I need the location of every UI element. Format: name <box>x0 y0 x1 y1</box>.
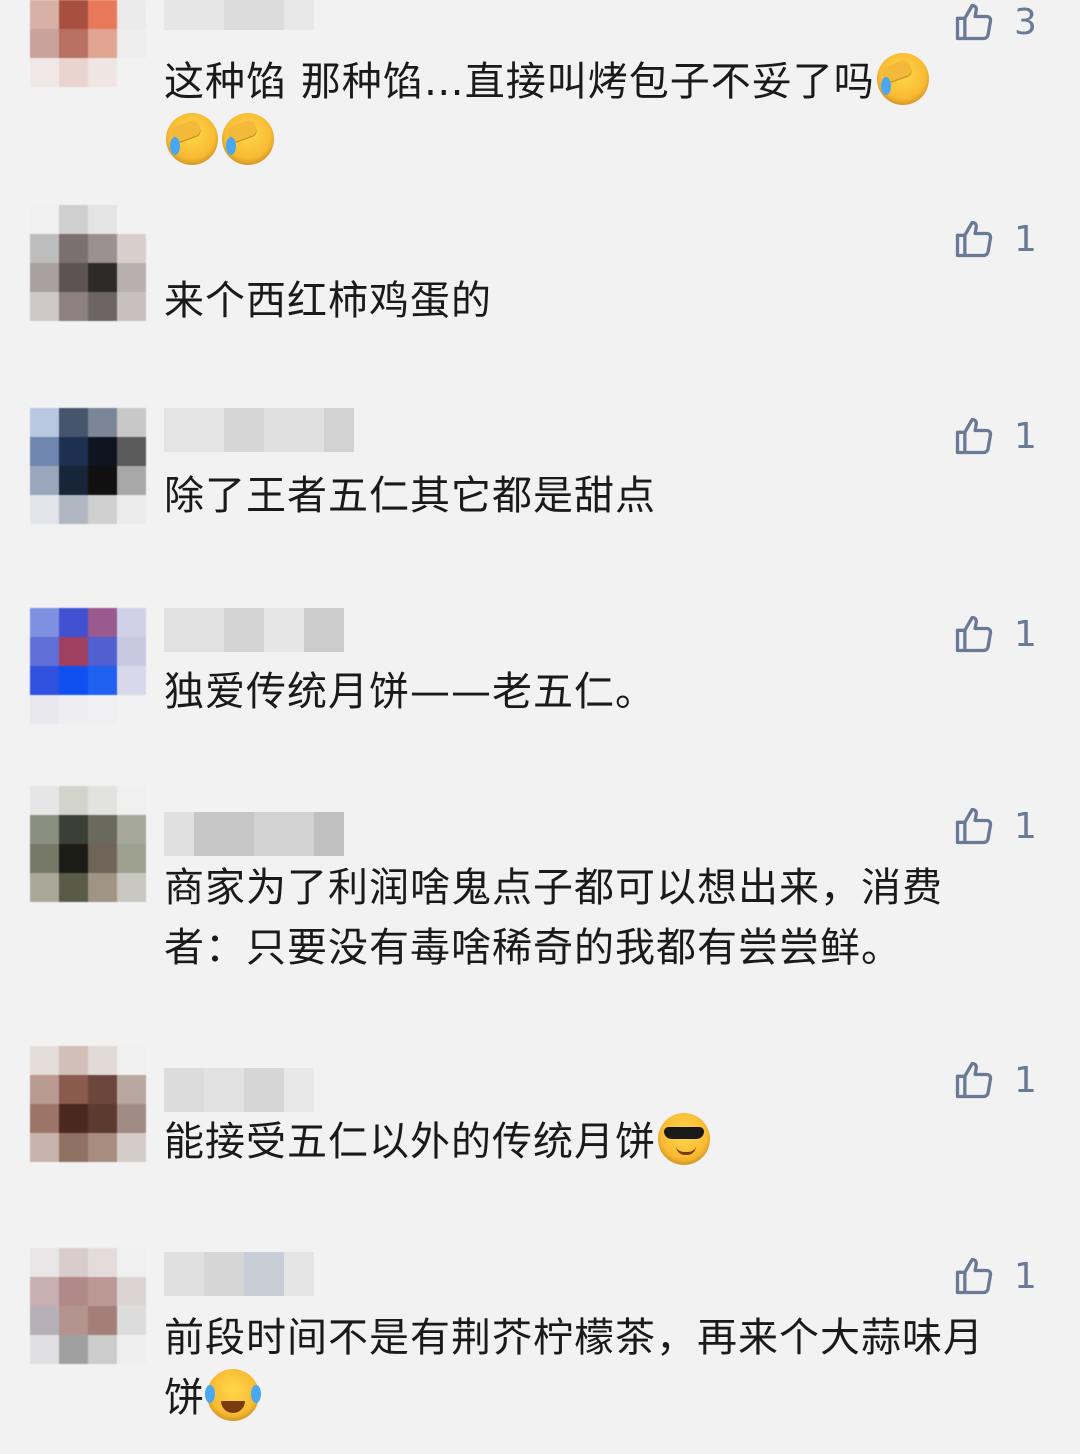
comment-item: 1 前段时间不是有荆芥柠檬茶，再来个大蒜味月饼 <box>0 1248 1080 1454</box>
username-blurred[interactable] <box>164 1068 314 1112</box>
comment-item: 3 这种馅 那种馅…直接叫烤包子不妥了吗 <box>0 0 1080 190</box>
avatar[interactable] <box>30 1046 146 1162</box>
comment-text: 这种馅 那种馅…直接叫烤包子不妥了吗 <box>164 52 1024 172</box>
like-button[interactable]: 1 <box>952 1058 1037 1102</box>
avatar[interactable] <box>30 408 146 524</box>
comment-item: 1 来个西红柿鸡蛋的 <box>0 205 1080 385</box>
like-count: 1 <box>1014 415 1037 457</box>
thumbs-up-icon <box>955 1061 993 1099</box>
comment-text: 独爱传统月饼——老五仁。 <box>164 669 656 715</box>
username-blurred[interactable] <box>164 812 344 856</box>
like-count: 1 <box>1014 1059 1037 1101</box>
like-button[interactable]: 1 <box>952 1254 1037 1298</box>
facepalm-laugh-emoji <box>222 113 274 165</box>
avatar[interactable] <box>30 608 146 724</box>
thumbs-up-icon <box>955 417 993 455</box>
username-blurred[interactable] <box>164 1252 314 1296</box>
avatar[interactable] <box>30 0 146 116</box>
comment-text: 前段时间不是有荆芥柠檬茶，再来个大蒜味月饼 <box>164 1315 984 1421</box>
avatar[interactable] <box>30 1248 146 1364</box>
comment-text: 来个西红柿鸡蛋的 <box>164 278 492 324</box>
comment-item: 1 除了王者五仁其它都是甜点 <box>0 408 1080 588</box>
like-count: 1 <box>1014 613 1037 655</box>
comment-text: 除了王者五仁其它都是甜点 <box>164 473 656 519</box>
like-count: 3 <box>1014 1 1037 43</box>
thumbs-up-icon <box>955 3 993 41</box>
avatar[interactable] <box>30 205 146 321</box>
comment-item: 1 独爱传统月饼——老五仁。 <box>0 608 1080 788</box>
like-count: 1 <box>1014 805 1037 847</box>
avatar[interactable] <box>30 786 146 902</box>
like-count: 1 <box>1014 1255 1037 1297</box>
facepalm-laugh-emoji <box>166 113 218 165</box>
comment-text: 能接受五仁以外的传统月饼 <box>164 1112 1024 1172</box>
like-button[interactable]: 1 <box>952 804 1037 848</box>
facepalm-laugh-emoji <box>876 53 929 105</box>
sunglasses-emoji <box>658 1113 710 1165</box>
username-blurred[interactable] <box>164 608 344 652</box>
like-button[interactable]: 1 <box>952 217 1037 261</box>
like-button[interactable]: 1 <box>952 414 1037 458</box>
thumbs-up-icon <box>955 1257 993 1295</box>
comment-item: 1 能接受五仁以外的传统月饼 <box>0 1046 1080 1226</box>
thumbs-up-icon <box>955 615 993 653</box>
thumbs-up-icon <box>955 807 993 845</box>
thumbs-up-icon <box>955 220 993 258</box>
like-count: 1 <box>1014 218 1037 260</box>
comment-text: 商家为了利润啥鬼点子都可以想出来，消费者：只要没有毒啥稀奇的我都有尝尝鲜。 <box>164 865 943 971</box>
username-blurred[interactable] <box>164 408 354 452</box>
username-blurred[interactable] <box>164 0 314 30</box>
like-button[interactable]: 1 <box>952 612 1037 656</box>
comment-item: 1 商家为了利润啥鬼点子都可以想出来，消费者：只要没有毒啥稀奇的我都有尝尝鲜。 <box>0 786 1080 1026</box>
tears-of-joy-emoji <box>205 1369 261 1421</box>
like-button[interactable]: 3 <box>952 0 1037 44</box>
